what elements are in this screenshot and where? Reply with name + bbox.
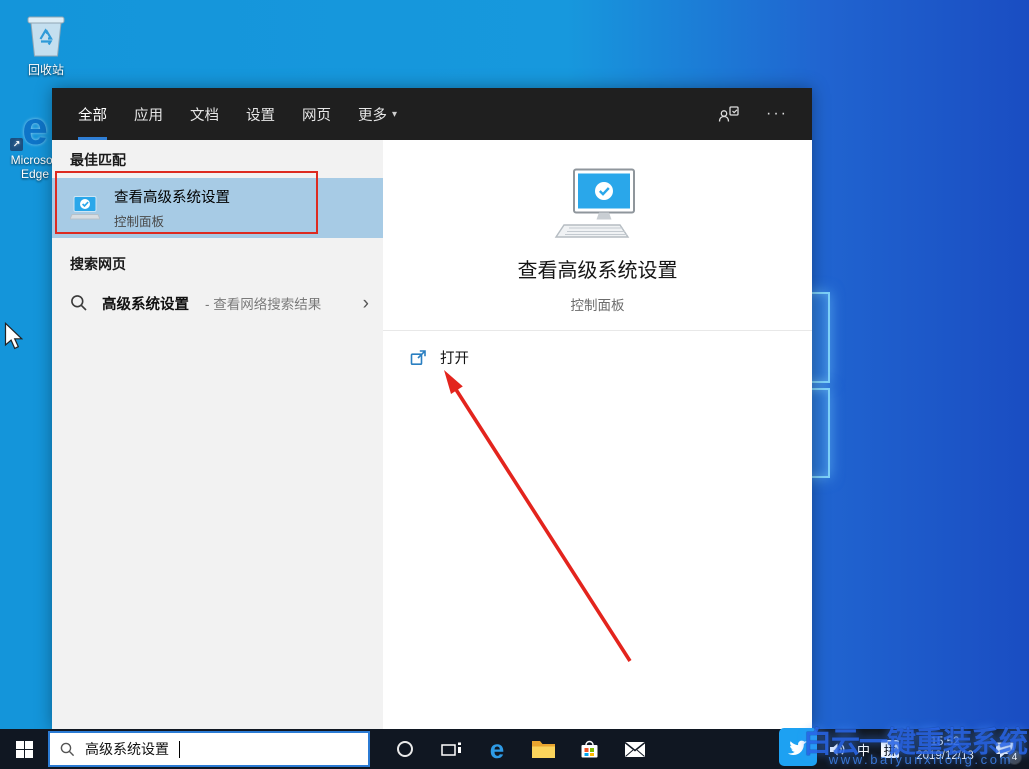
- tab-apps[interactable]: 应用: [134, 88, 163, 140]
- feedback-icon[interactable]: [718, 105, 740, 123]
- search-icon: [71, 295, 87, 311]
- recycle-bin-icon: [27, 16, 65, 57]
- mouse-cursor: [4, 322, 23, 350]
- clock-time: 15:52: [930, 736, 960, 748]
- volume-icon[interactable]: [829, 742, 846, 757]
- cortana-icon: [397, 741, 413, 757]
- store-button[interactable]: [566, 729, 612, 769]
- tab-label: 更多: [358, 107, 387, 124]
- desktop-icon-recycle-bin[interactable]: 回收站: [10, 10, 82, 77]
- preview-subtitle: 控制面板: [570, 298, 625, 313]
- chevron-right-icon[interactable]: ›: [363, 294, 369, 313]
- file-explorer-button[interactable]: [520, 729, 566, 769]
- desktop: 回收站 e ↗ Microsoft Edge 全部 应用 文档 设置 网页 更多…: [0, 0, 1029, 729]
- search-tabs: 全部 应用 文档 设置 网页 更多 ▾: [78, 88, 397, 140]
- tab-label: 网页: [302, 107, 331, 124]
- shortcut-arrow-icon: ↗: [10, 138, 23, 151]
- edge-icon: e: [489, 733, 505, 764]
- tab-all[interactable]: 全部: [78, 88, 107, 140]
- web-search-suffix: - 查看网络搜索结果: [205, 297, 322, 312]
- text-caret: [179, 740, 180, 758]
- task-view-button[interactable]: [428, 729, 474, 769]
- ime-mode-indicator[interactable]: 拼: [881, 740, 899, 758]
- tab-settings[interactable]: 设置: [246, 88, 275, 140]
- folder-icon: [531, 741, 555, 758]
- tab-label: 应用: [134, 107, 163, 124]
- web-search-query: 高级系统设置: [102, 296, 189, 313]
- more-options-icon[interactable]: ···: [766, 105, 788, 123]
- task-view-icon: [440, 742, 461, 756]
- chevron-down-icon: ▾: [392, 108, 398, 120]
- ime-language-indicator[interactable]: 中: [857, 740, 870, 759]
- system-settings-icon: [70, 196, 100, 220]
- search-icon: [60, 742, 75, 756]
- best-match-section-title: 最佳匹配: [70, 152, 126, 168]
- best-match-subtitle: 控制面板: [114, 215, 165, 229]
- system-tray: 中 拼 15:52 2019/12/13 4: [829, 735, 1029, 765]
- mail-button[interactable]: [612, 729, 658, 769]
- taskbar-search-box[interactable]: 高级系统设置: [48, 731, 370, 767]
- tab-more[interactable]: 更多 ▾: [358, 88, 397, 140]
- tab-documents[interactable]: 文档: [190, 88, 219, 140]
- mail-icon: [624, 741, 646, 757]
- taskbar: 高级系统设置 e 中 拼 15:52 2019/12/13 4: [0, 728, 1029, 769]
- store-icon: [581, 740, 597, 757]
- tab-label: 设置: [246, 107, 275, 124]
- open-icon: [410, 350, 426, 365]
- open-action[interactable]: 打开: [383, 331, 812, 368]
- search-flyout: 全部 应用 文档 设置 网页 更多 ▾ ··· 最佳匹配 查看高级系统设置 控制…: [52, 88, 812, 729]
- tab-label: 全部: [78, 107, 107, 124]
- clock-date: 2019/12/13: [916, 750, 974, 762]
- twitter-button[interactable]: [778, 728, 817, 766]
- cortana-button[interactable]: [382, 729, 428, 769]
- taskbar-clock[interactable]: 15:52 2019/12/13: [910, 735, 980, 763]
- web-search-section-title: 搜索网页: [70, 256, 126, 272]
- web-search-item[interactable]: 高级系统设置 - 查看网络搜索结果 ›: [52, 282, 383, 324]
- search-preview-pane: 查看高级系统设置 控制面板 打开: [383, 140, 812, 729]
- taskbar-search-input[interactable]: 高级系统设置: [85, 739, 169, 759]
- best-match-title: 查看高级系统设置: [114, 190, 230, 206]
- best-match-item[interactable]: 查看高级系统设置 控制面板: [52, 178, 383, 238]
- preview-title: 查看高级系统设置: [517, 260, 678, 282]
- tab-label: 文档: [190, 107, 219, 124]
- search-tabs-bar: 全部 应用 文档 设置 网页 更多 ▾ ···: [52, 88, 812, 140]
- windows-logo-icon: [15, 740, 33, 758]
- desktop-icon-label: 回收站: [27, 63, 64, 77]
- action-center-button[interactable]: 4: [991, 735, 1022, 765]
- tab-web[interactable]: 网页: [302, 88, 331, 140]
- notification-badge: 4: [1007, 750, 1022, 765]
- start-button[interactable]: [0, 729, 48, 769]
- edge-icon: e ↗: [10, 102, 57, 154]
- edge-taskbar-button[interactable]: e: [474, 729, 520, 769]
- open-label: 打开: [440, 351, 469, 367]
- computer-preview-icon: [554, 168, 635, 238]
- twitter-bird-icon: [788, 740, 808, 755]
- search-results-list: 最佳匹配 查看高级系统设置 控制面板 搜索网页 高级系统设置 - 查看网络搜索结…: [52, 140, 383, 729]
